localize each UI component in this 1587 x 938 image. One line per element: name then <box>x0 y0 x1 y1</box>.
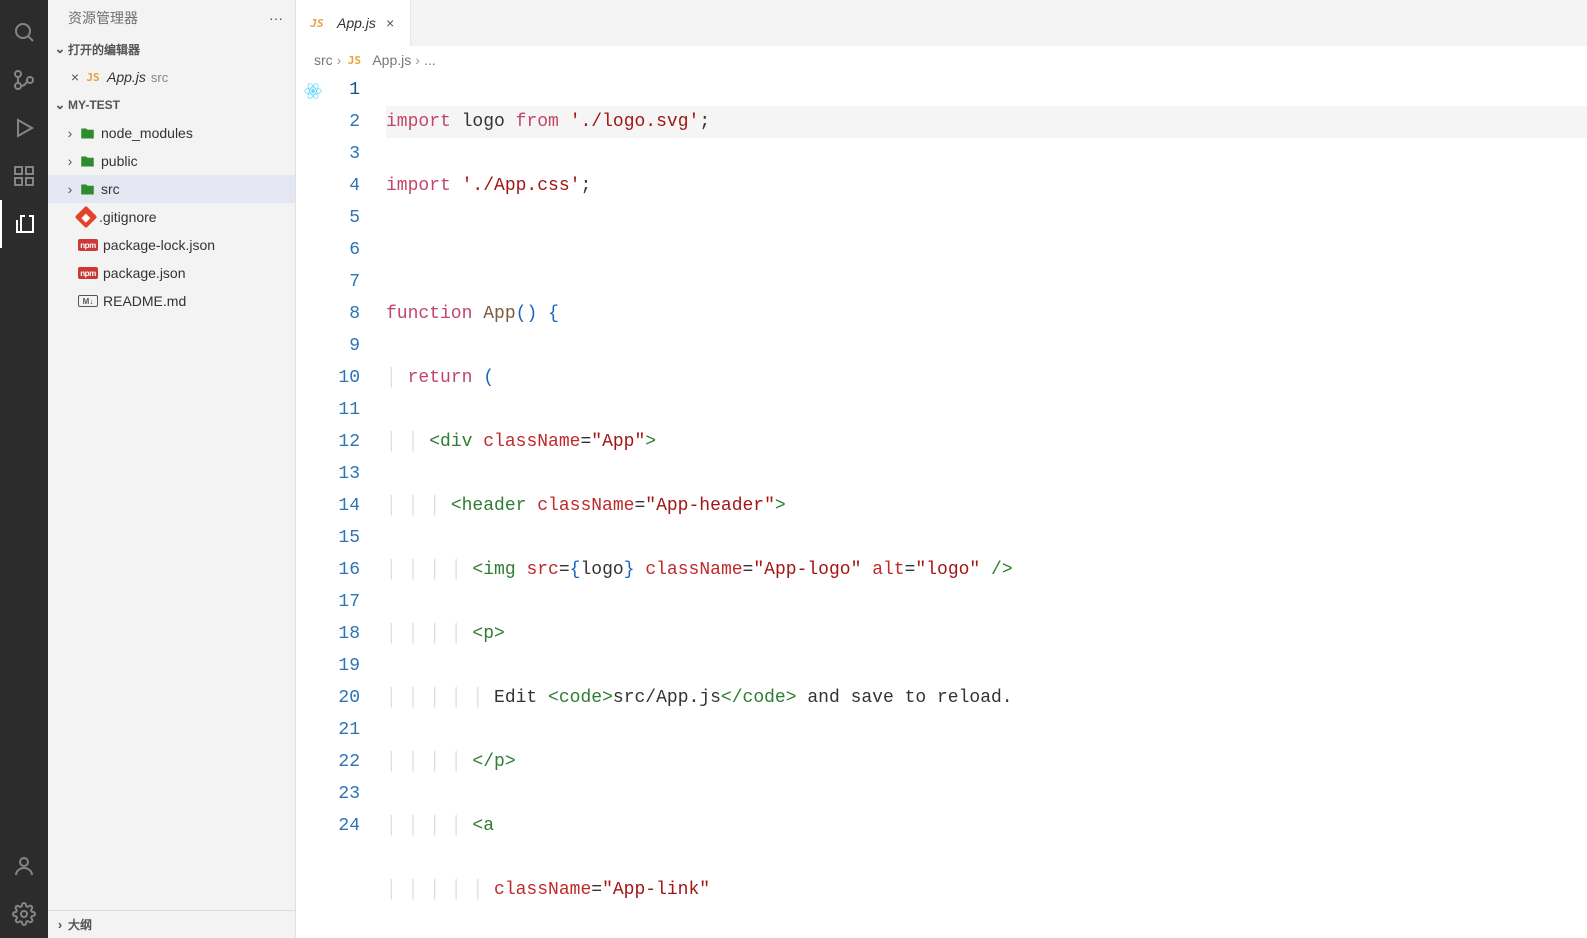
file-label: package-lock.json <box>103 237 215 253</box>
line-number: 18 <box>296 618 360 650</box>
file-label: public <box>101 153 138 169</box>
line-number: 4 <box>296 170 360 202</box>
chevron-down-icon: ⌄ <box>52 97 68 113</box>
sidebar-title-label: 资源管理器 <box>68 8 138 28</box>
file-tree-item[interactable]: ◆.gitignore <box>48 203 295 231</box>
folder-icon <box>78 152 96 170</box>
line-number: 16 <box>296 554 360 586</box>
settings-gear-icon[interactable] <box>0 890 48 938</box>
outline-header[interactable]: › 大纲 <box>48 910 295 938</box>
code-editor[interactable]: 123456789101112131415161718192021222324 … <box>296 74 1587 938</box>
line-number: 13 <box>296 458 360 490</box>
react-icon <box>304 80 322 98</box>
sidebar-more-icon[interactable]: ··· <box>269 10 283 26</box>
close-icon[interactable]: × <box>382 15 398 31</box>
close-icon[interactable]: × <box>66 69 84 85</box>
chevron-right-icon: › <box>52 917 68 932</box>
sidebar-title: 资源管理器 ··· <box>48 0 295 35</box>
explorer-icon[interactable] <box>0 200 48 248</box>
line-number: 20 <box>296 682 360 714</box>
file-tree-item[interactable]: M↓ README.md <box>48 287 295 315</box>
line-number: 7 <box>296 266 360 298</box>
line-number: 11 <box>296 394 360 426</box>
line-number: 12 <box>296 426 360 458</box>
line-number-gutter: 123456789101112131415161718192021222324 <box>296 74 386 938</box>
line-number: 15 <box>296 522 360 554</box>
breadcrumb-part[interactable]: App.js <box>372 52 411 68</box>
open-editor-dir: src <box>151 70 168 85</box>
file-label: src <box>101 181 120 197</box>
line-number: 19 <box>296 650 360 682</box>
breadcrumb[interactable]: src › JS App.js › ... <box>296 46 1587 74</box>
line-number: 17 <box>296 586 360 618</box>
js-file-icon: JS <box>345 51 363 69</box>
line-number: 21 <box>296 714 360 746</box>
line-number: 5 <box>296 202 360 234</box>
open-editors-header[interactable]: ⌄ 打开的编辑器 <box>48 35 295 63</box>
run-debug-icon[interactable] <box>0 104 48 152</box>
accounts-icon[interactable] <box>0 842 48 890</box>
breadcrumb-part[interactable]: src <box>314 52 333 68</box>
file-tree-item[interactable]: npm package.json <box>48 259 295 287</box>
chevron-right-icon: › <box>62 181 78 197</box>
git-file-icon: ◆ <box>75 206 98 229</box>
chevron-right-icon: › <box>415 52 420 68</box>
line-number: 22 <box>296 746 360 778</box>
tab-bar: JS App.js × <box>296 0 1587 46</box>
chevron-right-icon: › <box>62 125 78 141</box>
file-label: node_modules <box>101 125 193 141</box>
line-number: 24 <box>296 810 360 842</box>
open-editors-label: 打开的编辑器 <box>68 41 140 58</box>
tab-label: App.js <box>337 15 376 31</box>
folder-icon <box>78 124 96 142</box>
npm-file-icon: npm <box>78 267 98 279</box>
workspace-label: MY-TEST <box>68 98 120 112</box>
npm-file-icon: npm <box>78 239 98 251</box>
chevron-right-icon: › <box>62 153 78 169</box>
workspace-header[interactable]: ⌄ MY-TEST <box>48 91 295 119</box>
chevron-down-icon: ⌄ <box>52 41 68 57</box>
outline-label: 大纲 <box>68 916 92 933</box>
file-tree-item[interactable]: › src <box>48 175 295 203</box>
line-number: 23 <box>296 778 360 810</box>
file-tree-item[interactable]: npm package-lock.json <box>48 231 295 259</box>
file-label: .gitignore <box>99 209 157 225</box>
file-tree-item[interactable]: › public <box>48 147 295 175</box>
open-editor-item[interactable]: × JS App.js src <box>48 63 295 91</box>
file-tree-item[interactable]: › node_modules <box>48 119 295 147</box>
line-number: 14 <box>296 490 360 522</box>
activity-bar <box>0 0 48 938</box>
source-control-icon[interactable] <box>0 56 48 104</box>
js-file-icon: JS <box>84 68 102 86</box>
tab-app-js[interactable]: JS App.js × <box>296 0 411 46</box>
line-number: 9 <box>296 330 360 362</box>
open-editor-filename: App.js <box>107 69 146 85</box>
search-icon[interactable] <box>0 8 48 56</box>
js-file-icon: JS <box>308 14 326 32</box>
line-number: 3 <box>296 138 360 170</box>
markdown-file-icon: M↓ <box>78 295 98 307</box>
breadcrumb-part[interactable]: ... <box>424 52 436 68</box>
extensions-icon[interactable] <box>0 152 48 200</box>
chevron-right-icon: › <box>337 52 342 68</box>
file-label: README.md <box>103 293 186 309</box>
line-number: 8 <box>296 298 360 330</box>
editor-area: JS App.js × src › JS App.js › ... 12 3456… <box>296 0 1587 938</box>
folder-icon <box>78 180 96 198</box>
line-number: 10 <box>296 362 360 394</box>
line-number: 6 <box>296 234 360 266</box>
line-number: 2 <box>296 106 360 138</box>
code-content[interactable]: import logo from './logo.svg'; import '.… <box>386 74 1587 938</box>
explorer-sidebar: 资源管理器 ··· ⌄ 打开的编辑器 × JS App.js src ⌄ MY-… <box>48 0 296 938</box>
file-label: package.json <box>103 265 186 281</box>
